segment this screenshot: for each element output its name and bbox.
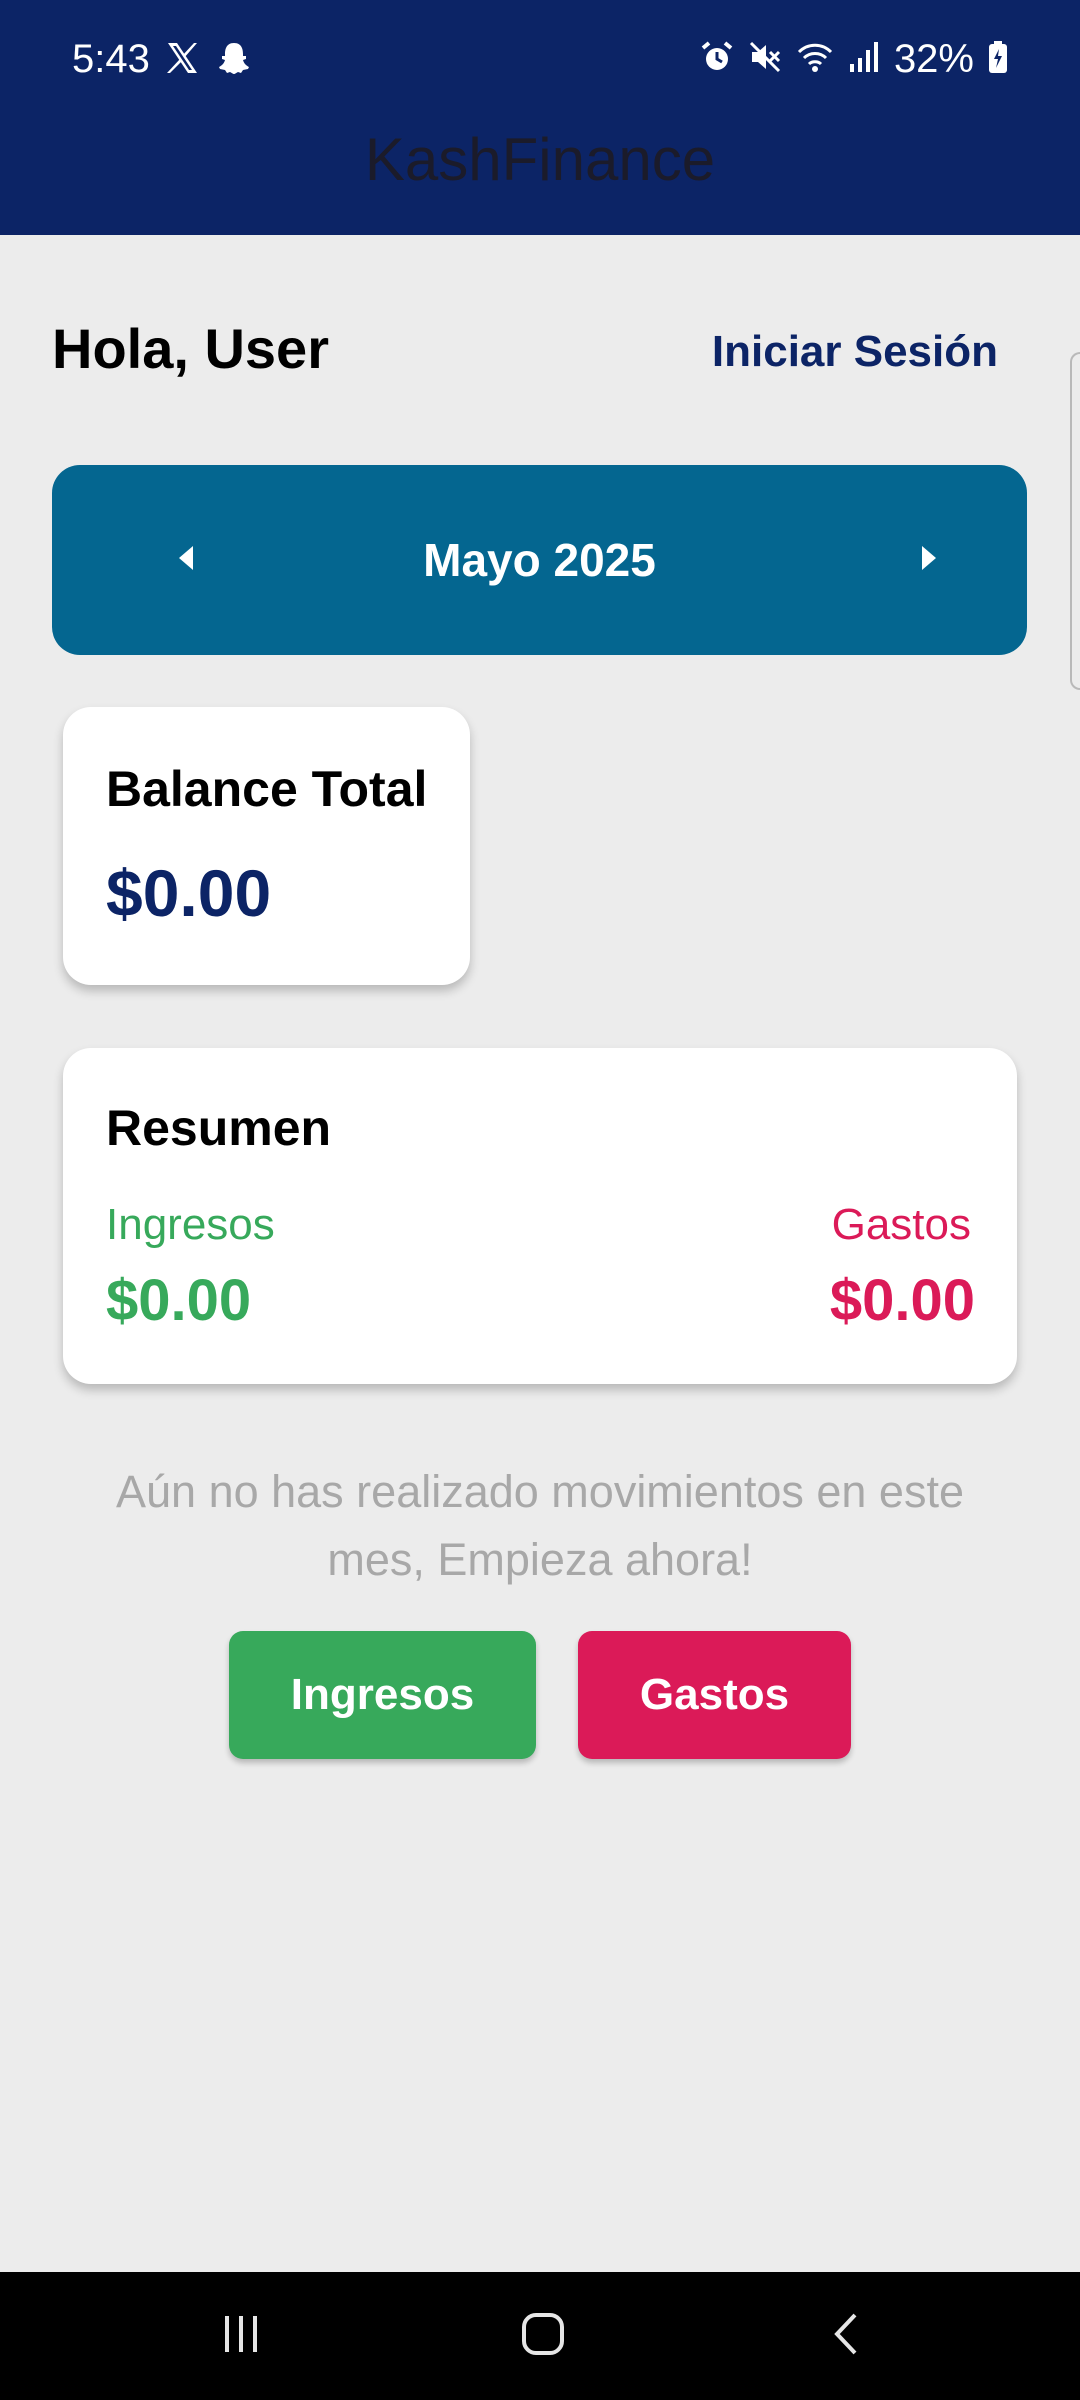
recents-button[interactable]: [161, 2272, 321, 2400]
wifi-icon: [796, 40, 834, 79]
balance-title: Balance Total: [106, 761, 428, 817]
status-system-icons: 32%: [700, 34, 1008, 84]
alarm-icon: [700, 40, 734, 79]
summary-title: Resumen: [106, 1100, 332, 1156]
add-expense-button[interactable]: Gastos: [578, 1631, 851, 1759]
battery-percent: 32%: [893, 37, 974, 81]
empty-state-message: Aún no has realizado movimientos en este…: [116, 1466, 964, 1585]
side-panel-handle[interactable]: [1070, 352, 1080, 690]
signal-icon: [848, 40, 880, 79]
expense-label: Gastos: [831, 1200, 971, 1249]
month-selector: Mayo 2025: [52, 465, 1027, 655]
x-app-icon: [164, 40, 200, 81]
greeting-text: Hola, User: [52, 317, 329, 380]
status-notification-icons: [164, 40, 252, 81]
income-value: $0.00: [106, 1268, 252, 1333]
add-income-button[interactable]: Ingresos: [229, 1631, 536, 1759]
summary-card: Resumen Ingresos $0.00 Gastos $0.00: [63, 1048, 1017, 1384]
system-navigation-bar: [0, 2272, 1080, 2400]
balance-value: $0.00: [106, 856, 272, 930]
balance-card: Balance Total $0.00: [63, 707, 470, 985]
snapchat-icon: [216, 40, 252, 81]
login-link[interactable]: Iniciar Sesión: [712, 322, 998, 382]
status-time: 5:43: [72, 37, 150, 81]
income-label: Ingresos: [106, 1200, 275, 1249]
app-header: 5:43 32% KashFinance: [0, 0, 1080, 235]
next-month-button[interactable]: [899, 520, 959, 600]
back-icon: [831, 2312, 861, 2361]
expense-value: $0.00: [829, 1268, 975, 1333]
previous-month-button[interactable]: [156, 520, 216, 600]
home-button[interactable]: [463, 2272, 623, 2400]
app-title: KashFinance: [364, 126, 716, 193]
home-icon: [521, 2312, 565, 2361]
back-button[interactable]: [766, 2272, 926, 2400]
battery-charging-icon: [988, 40, 1008, 79]
caret-right-icon: [920, 544, 938, 577]
caret-left-icon: [177, 544, 195, 577]
recents-icon: [219, 2314, 263, 2359]
mute-icon: [748, 40, 782, 79]
